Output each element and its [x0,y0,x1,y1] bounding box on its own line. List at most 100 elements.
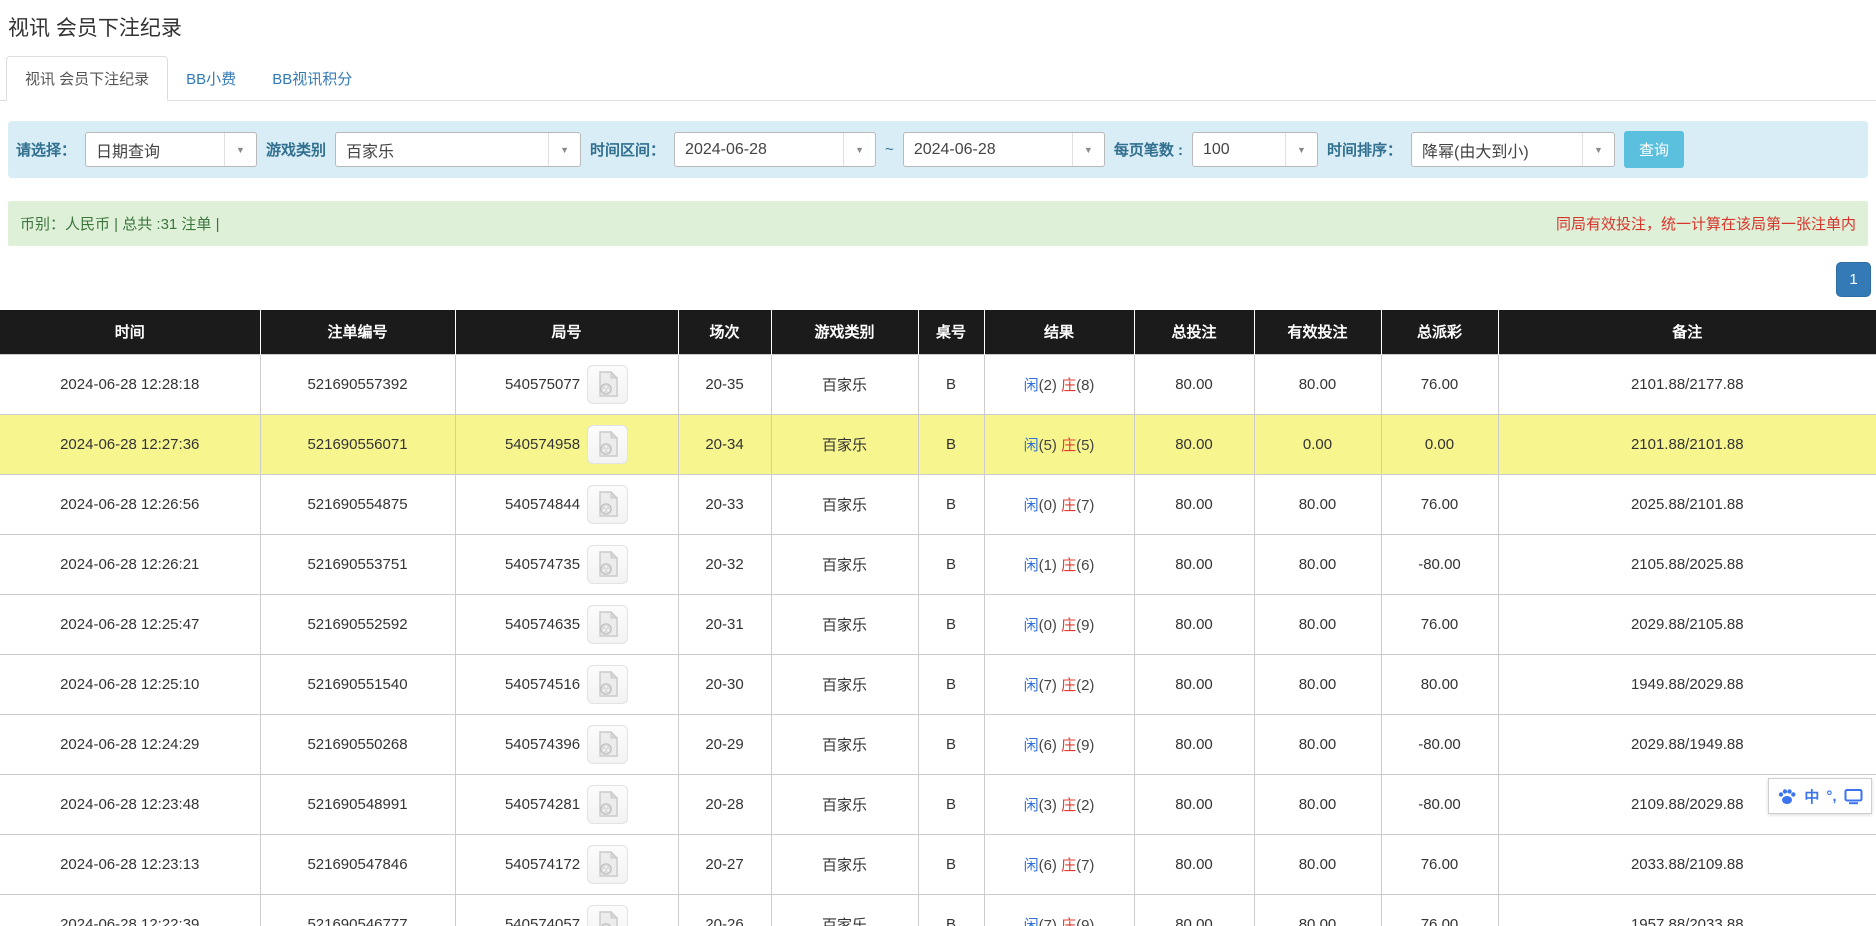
cell-bet-id: 521690557392 [260,354,455,414]
chevron-down-icon[interactable]: ▼ [1072,133,1104,166]
cell-total-bet[interactable]: 80.00 [1134,894,1254,926]
game-type-label: 游戏类别 [266,139,326,160]
tab-member-bet-records[interactable]: 视讯 会员下注纪录 [6,56,168,101]
tab-bb-video-points[interactable]: BB视讯积分 [254,57,370,100]
chevron-down-icon[interactable]: ▼ [1285,133,1317,166]
valid-bet-notice: 同局有效投注，统一计算在该局第一张注单内 [1556,213,1856,234]
cell-total-bet[interactable]: 80.00 [1134,834,1254,894]
cell-game-type: 百家乐 [771,714,918,774]
cell-note: 2029.88/1949.88 [1498,714,1876,774]
cell-payout: -80.00 [1381,534,1498,594]
cell-table-no: B [918,354,984,414]
film-document-icon [596,731,620,757]
video-replay-button[interactable] [587,665,628,704]
date-to-select[interactable]: 2024-06-28 ▼ [903,132,1105,167]
date-from-select[interactable]: 2024-06-28 ▼ [674,132,876,167]
cell-valid-bet: 0.00 [1254,414,1381,474]
search-button[interactable]: 查询 [1624,131,1684,168]
film-document-icon [596,551,620,577]
cell-table-no: B [918,834,984,894]
page: 视讯 会员下注纪录 视讯 会员下注纪录 BB小费 BB视讯积分 请选择： 日期查… [0,0,1876,926]
col-note: 备注 [1498,310,1876,354]
cell-total-bet[interactable]: 80.00 [1134,594,1254,654]
cell-result: 闲(6) 庄(7) [984,834,1134,894]
table-row: 2024-06-28 12:26:56 521690554875 5405748… [0,474,1876,534]
cell-valid-bet: 80.00 [1254,534,1381,594]
cell-result: 闲(1) 庄(6) [984,534,1134,594]
time-sort-select[interactable]: 降幂(由大到小) ▼ [1411,132,1615,167]
cell-total-bet[interactable]: 80.00 [1134,474,1254,534]
pagination: 1 [1836,262,1871,297]
video-replay-button[interactable] [587,905,628,926]
time-sort-label: 时间排序： [1327,139,1402,160]
chevron-down-icon[interactable]: ▼ [224,133,256,166]
cell-result: 闲(0) 庄(9) [984,594,1134,654]
round-id-text: 540574516 [505,676,580,693]
cell-table-no: B [918,774,984,834]
video-replay-button[interactable] [587,365,628,404]
chevron-down-icon[interactable]: ▼ [548,133,580,166]
video-replay-button[interactable] [587,725,628,764]
cell-round-id: 540574396 [455,714,678,774]
round-id-text: 540574057 [505,916,580,926]
video-replay-button[interactable] [587,785,628,824]
cell-valid-bet: 80.00 [1254,354,1381,414]
video-replay-button[interactable] [587,425,628,464]
cell-total-bet[interactable]: 80.00 [1134,414,1254,474]
cell-valid-bet: 80.00 [1254,774,1381,834]
cell-total-bet[interactable]: 80.00 [1134,354,1254,414]
cell-bet-id: 521690556071 [260,414,455,474]
table-body: 2024-06-28 12:28:18 521690557392 5405750… [0,354,1876,926]
film-document-icon [596,371,620,397]
paw-icon[interactable] [1777,787,1797,805]
page-1-button[interactable]: 1 [1836,262,1871,297]
cell-note: 2101.88/2177.88 [1498,354,1876,414]
cell-total-bet[interactable]: 80.00 [1134,714,1254,774]
tab-bb-tip[interactable]: BB小费 [168,57,254,100]
ime-toolbar: 中 °, [1768,778,1872,814]
cell-game-type: 百家乐 [771,414,918,474]
table-row: 2024-06-28 12:25:47 521690552592 5405746… [0,594,1876,654]
filter-bar: 请选择： 日期查询 ▼ 游戏类别 百家乐 ▼ 时间区间： 2024-06-28 … [8,121,1868,178]
video-replay-button[interactable] [587,845,628,884]
cell-game-type: 百家乐 [771,354,918,414]
cell-payout: -80.00 [1381,714,1498,774]
chevron-down-icon[interactable]: ▼ [843,133,875,166]
cell-bet-id: 521690550268 [260,714,455,774]
game-type-select[interactable]: 百家乐 ▼ [335,132,581,167]
keyboard-icon[interactable] [1844,788,1863,805]
round-id-text: 540574281 [505,796,580,813]
video-replay-button[interactable] [587,545,628,584]
per-page-select[interactable]: 100 ▼ [1192,132,1318,167]
chinese-mode-indicator[interactable]: 中 [1804,786,1819,807]
cell-round-id: 540574516 [455,654,678,714]
cell-payout: 0.00 [1381,414,1498,474]
cell-game-type: 百家乐 [771,894,918,926]
query-type-select[interactable]: 日期查询 ▼ [85,132,257,167]
video-replay-button[interactable] [587,485,628,524]
cell-result: 闲(0) 庄(7) [984,474,1134,534]
cell-round-id: 540574635 [455,594,678,654]
chevron-down-icon[interactable]: ▼ [1582,133,1614,166]
cell-total-bet[interactable]: 80.00 [1134,774,1254,834]
film-document-icon [596,911,620,926]
cell-bet-id: 521690554875 [260,474,455,534]
cell-session: 20-35 [678,354,771,414]
video-replay-button[interactable] [587,605,628,644]
table-row: 2024-06-28 12:25:10 521690551540 5405745… [0,654,1876,714]
cell-total-bet[interactable]: 80.00 [1134,654,1254,714]
page-title: 视讯 会员下注纪录 [0,0,1876,50]
date-from-value: 2024-06-28 [675,133,843,166]
cell-total-bet[interactable]: 80.00 [1134,534,1254,594]
table-row: 2024-06-28 12:22:39 521690546777 5405740… [0,894,1876,926]
cell-payout: 76.00 [1381,354,1498,414]
punctuation-indicator[interactable]: °, [1826,788,1836,805]
cell-valid-bet: 80.00 [1254,654,1381,714]
cell-round-id: 540574735 [455,534,678,594]
cell-time: 2024-06-28 12:23:48 [0,774,260,834]
cell-time: 2024-06-28 12:26:56 [0,474,260,534]
time-range-label: 时间区间： [590,139,665,160]
cell-time: 2024-06-28 12:25:10 [0,654,260,714]
col-payout: 总派彩 [1381,310,1498,354]
cell-session: 20-27 [678,834,771,894]
